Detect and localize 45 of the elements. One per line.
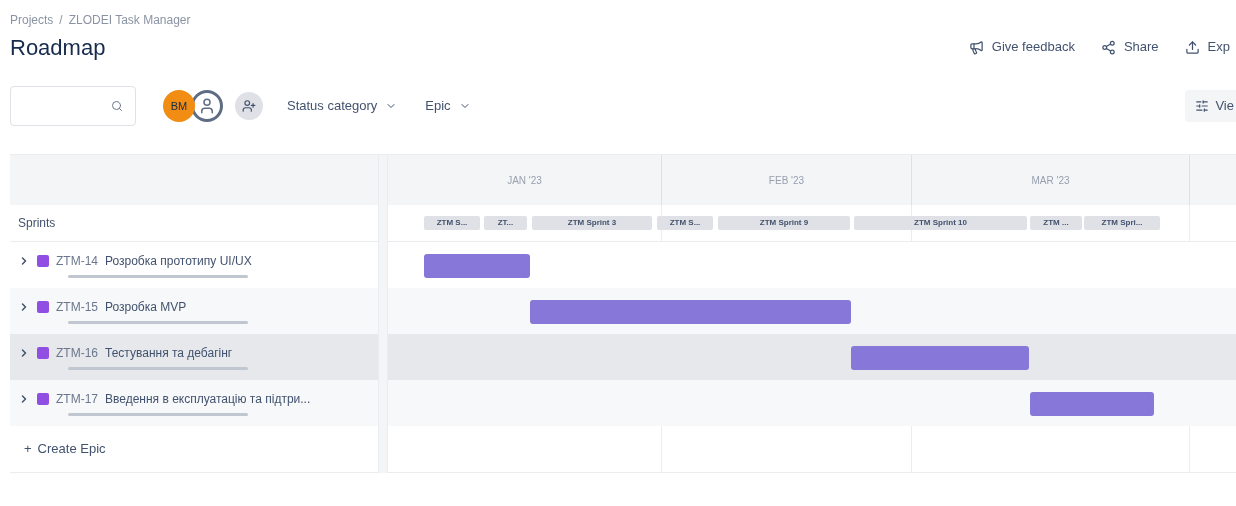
epic-name: Тестування та дебагінг [105,345,233,362]
epic-key[interactable]: ZTM-17 [56,390,98,408]
epic-name: Розробка MVP [105,299,187,316]
view-settings-button[interactable]: Vie [1185,90,1236,122]
epic-key[interactable]: ZTM-16 [56,344,98,362]
create-epic-button[interactable]: + Create Epic [24,439,106,459]
epic-icon [37,347,49,359]
sliders-icon [1195,99,1210,113]
epic-icon [37,393,49,405]
epic-row[interactable]: ZTM-17 Введення в експлуатацію та підтри... [10,380,378,426]
sprint-chip[interactable]: ZT... [484,216,527,230]
user-avatar[interactable]: BM [163,90,195,122]
add-person-icon[interactable] [235,92,263,120]
epic-name: Введення в експлуатацію та підтри... [105,391,311,408]
sprint-chip[interactable]: ZTM Sprint 9 [718,216,850,230]
sprint-chip[interactable]: ZTM Sprint 3 [532,216,652,230]
export-button[interactable]: Exp [1178,32,1236,62]
month-label: FEB '23 [768,173,805,188]
feedback-button[interactable]: Give feedback [962,32,1081,62]
epic-key[interactable]: ZTM-14 [56,252,98,270]
sprints-label: Sprints [18,215,56,232]
sprint-chip[interactable]: ZTM S... [424,216,480,230]
epic-row[interactable]: ZTM-15 Розробка MVP [10,288,378,334]
filter-dropdown[interactable]: Status category [279,90,406,122]
filter-dropdown[interactable]: Epic [417,90,479,122]
user-avatar-icon[interactable] [191,90,223,122]
month-label: MAR '23 [1031,173,1070,188]
epic-key[interactable]: ZTM-15 [56,298,98,316]
share-button[interactable]: Share [1094,32,1165,62]
search-icon [111,100,123,112]
share-icon [1100,39,1116,55]
epic-icon [37,301,49,313]
epic-row[interactable]: ZTM-16 Тестування та дебагінг [10,334,378,380]
page-title: Roadmap [10,33,106,62]
sprint-chip[interactable]: ZTM Sprint 10 [854,216,1027,230]
month-label: JAN '23 [507,173,542,188]
search-field[interactable] [10,86,136,126]
sprint-chip[interactable]: ZTM Spri... [1084,216,1160,230]
breadcrumb-separator: / [59,12,63,29]
epic-name: Розробка прототипу UI/UX [105,253,252,270]
epic-icon [37,255,49,267]
upload-icon [1184,39,1200,55]
sprint-chip[interactable]: ZTM ... [1030,216,1082,230]
sprint-chip[interactable]: ZTM S... [657,216,713,230]
megaphone-icon [968,39,984,55]
